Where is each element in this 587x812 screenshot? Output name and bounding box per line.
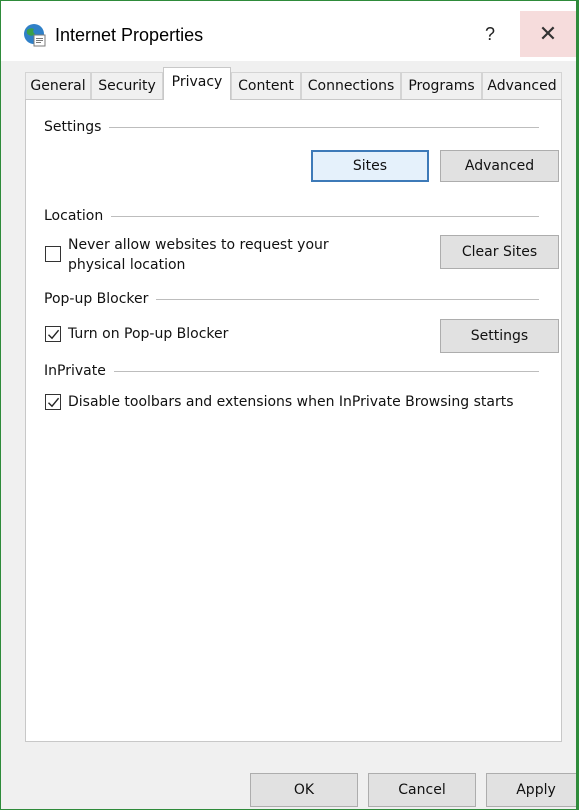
- tab-strip: General Security Privacy Content Connect…: [25, 67, 565, 100]
- divider: [44, 127, 539, 128]
- popup-settings-button[interactable]: Settings: [440, 319, 559, 353]
- settings-header-label: Settings: [44, 117, 110, 137]
- popup-blocker-header-label: Pop-up Blocker: [44, 289, 157, 309]
- close-button[interactable]: ✕: [520, 11, 576, 57]
- help-button[interactable]: ?: [467, 11, 513, 57]
- tab-privacy[interactable]: Privacy: [163, 67, 231, 100]
- location-group-header: Location: [44, 206, 539, 226]
- turn-on-popup-blocker-label: Turn on Pop-up Blocker: [68, 326, 229, 342]
- popup-blocker-group-header: Pop-up Blocker: [44, 289, 539, 309]
- sites-button[interactable]: Sites: [311, 150, 429, 182]
- tab-security[interactable]: Security: [91, 72, 163, 99]
- divider: [44, 371, 539, 372]
- checkmark-icon: [48, 329, 60, 340]
- never-allow-location-label-line1: Never allow websites to request your: [68, 237, 329, 253]
- privacy-tab-panel: Settings Sites Advanced Location Never a…: [25, 99, 562, 742]
- never-allow-location-label-line2: physical location: [68, 257, 186, 273]
- ok-button[interactable]: OK: [250, 773, 358, 807]
- apply-button[interactable]: Apply: [486, 773, 576, 807]
- internet-properties-dialog: Internet Properties ? ✕ General Security…: [0, 0, 579, 810]
- window-title: Internet Properties: [55, 25, 204, 45]
- disable-toolbars-inprivate-checkbox[interactable]: [45, 394, 61, 410]
- disable-toolbars-inprivate-label: Disable toolbars and extensions when InP…: [68, 394, 514, 410]
- checkmark-icon: [48, 397, 60, 408]
- title-bar: Internet Properties ? ✕: [1, 1, 576, 61]
- divider: [44, 216, 539, 217]
- clear-sites-button[interactable]: Clear Sites: [440, 235, 559, 269]
- inprivate-header-label: InPrivate: [44, 361, 114, 381]
- inprivate-group-header: InPrivate: [44, 361, 539, 381]
- tab-advanced[interactable]: Advanced: [482, 72, 562, 99]
- location-header-label: Location: [44, 206, 112, 226]
- internet-globe-icon: [23, 23, 47, 47]
- tab-general[interactable]: General: [25, 72, 91, 99]
- turn-on-popup-blocker-checkbox[interactable]: [45, 326, 61, 342]
- tab-connections[interactable]: Connections: [301, 72, 401, 99]
- never-allow-location-checkbox[interactable]: [45, 246, 61, 262]
- cancel-button[interactable]: Cancel: [368, 773, 476, 807]
- close-icon: ✕: [538, 21, 558, 46]
- tab-programs[interactable]: Programs: [401, 72, 482, 99]
- advanced-button[interactable]: Advanced: [440, 150, 559, 182]
- settings-group-header: Settings: [44, 117, 539, 137]
- tab-content[interactable]: Content: [231, 72, 301, 99]
